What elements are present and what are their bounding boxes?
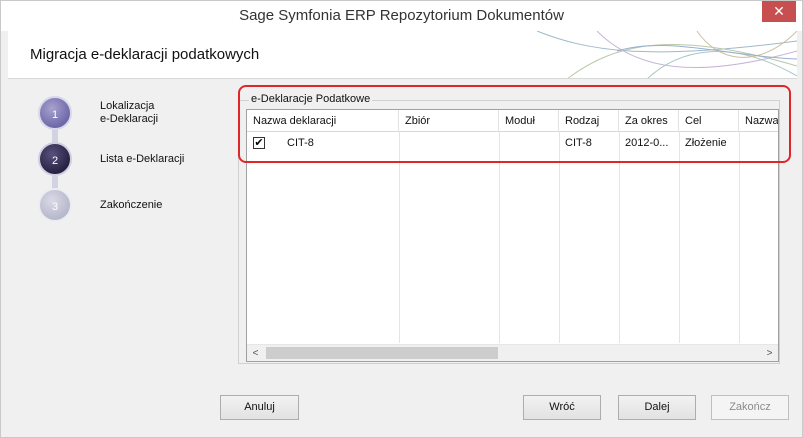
column-divider: [619, 132, 620, 343]
back-button[interactable]: Wróć: [523, 395, 601, 420]
scroll-right-icon[interactable]: >: [761, 345, 778, 361]
close-button[interactable]: ✕: [762, 1, 796, 22]
cell-zbior: [399, 132, 499, 154]
cancel-button[interactable]: Anuluj: [220, 395, 299, 420]
column-header-zbior[interactable]: Zbiór: [399, 110, 499, 132]
column-header-rodzaj[interactable]: Rodzaj: [559, 110, 619, 132]
declarations-table: Nazwa deklaracji Zbiór Moduł Rodzaj Za o…: [246, 109, 779, 362]
column-header-okres[interactable]: Za okres: [619, 110, 679, 132]
wizard-header: Migracja e-deklaracji podatkowych: [8, 31, 797, 79]
cell-nazwa: CIT-8: [287, 137, 314, 149]
scroll-left-icon[interactable]: <: [247, 345, 264, 361]
window-title: Sage Symfonia ERP Repozytorium Dokumentó…: [239, 7, 564, 24]
row-checkbox[interactable]: ✔: [253, 137, 265, 149]
step-label: Lokalizacja e-Deklaracji: [100, 100, 158, 126]
column-header-nazwa-2[interactable]: Nazwa: [739, 110, 778, 132]
column-divider: [399, 132, 400, 343]
finish-button[interactable]: Zakończ: [711, 395, 789, 420]
column-header-nazwa[interactable]: Nazwa deklaracji: [247, 110, 399, 132]
table-header: Nazwa deklaracji Zbiór Moduł Rodzaj Za o…: [247, 110, 778, 132]
step-label-line: Lokalizacja: [100, 100, 155, 112]
step-number-badge: 2: [38, 142, 72, 176]
column-divider: [739, 132, 740, 343]
column-divider: [679, 132, 680, 343]
column-header-modul[interactable]: Moduł: [499, 110, 559, 132]
cell-cel: Złożenie: [685, 137, 727, 149]
cell-modul: [499, 132, 559, 154]
column-header-cel[interactable]: Cel: [679, 110, 739, 132]
step-label-line: e-Deklaracji: [100, 113, 159, 125]
scrollbar-thumb[interactable]: [266, 347, 498, 359]
title-bar: Sage Symfonia ERP Repozytorium Dokumentó…: [1, 1, 802, 31]
next-button[interactable]: Dalej: [618, 395, 696, 420]
step-number-badge: 3: [38, 188, 72, 222]
group-title: e-Deklaracje Podatkowe: [249, 93, 373, 105]
cell-nazwa-2: [739, 132, 778, 154]
wizard-window: Sage Symfonia ERP Repozytorium Dokumentó…: [0, 0, 803, 438]
step-label: Zakończenie: [100, 199, 163, 211]
table-row[interactable]: ✔ CIT-8 CIT-8 2012-0... Złożenie: [247, 132, 778, 154]
step-number-badge: 1: [38, 96, 72, 130]
page-title: Migracja e-deklaracji podatkowych: [30, 46, 260, 63]
horizontal-scrollbar[interactable]: < >: [247, 344, 778, 361]
column-divider: [559, 132, 560, 343]
column-divider: [499, 132, 500, 343]
header-decoration: [536, 31, 797, 78]
cell-rodzaj: CIT-8: [565, 137, 592, 149]
step-label: Lista e-Deklaracji: [100, 153, 185, 165]
close-icon: ✕: [773, 3, 785, 19]
wizard-steps: 1 Lokalizacja e-Deklaracji 2 Lista e-Dek…: [8, 80, 213, 380]
cell-okres: 2012-0...: [625, 137, 669, 149]
